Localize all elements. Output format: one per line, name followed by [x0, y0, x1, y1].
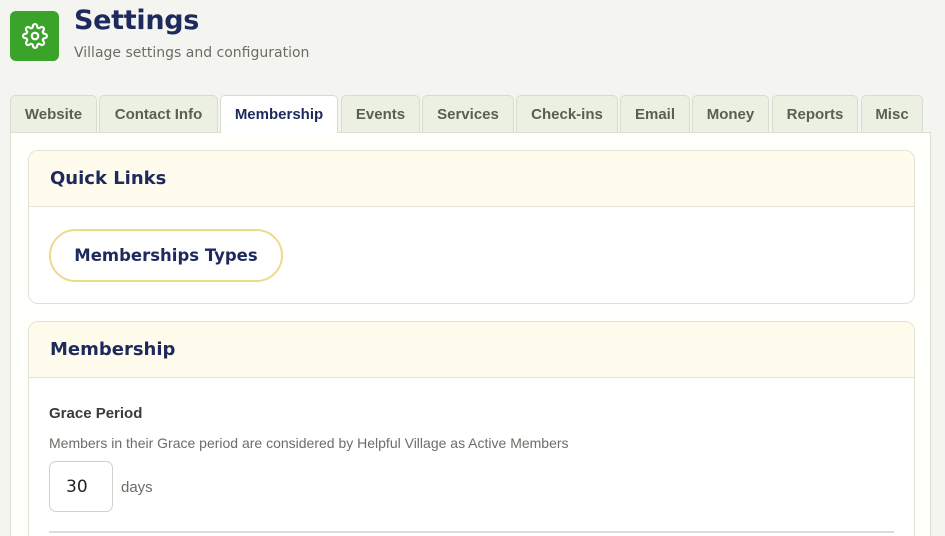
quick-links-card: Quick Links Memberships Types — [28, 150, 915, 304]
membership-header: Membership — [29, 322, 914, 378]
grace-period-unit: days — [121, 479, 153, 496]
memberships-types-button[interactable]: Memberships Types — [49, 229, 283, 282]
tab-money[interactable]: Money — [692, 95, 769, 132]
quick-links-header: Quick Links — [29, 151, 914, 207]
membership-title: Membership — [50, 339, 176, 360]
tab-website[interactable]: Website — [10, 95, 97, 132]
grace-period-help: Members in their Grace period are consid… — [49, 435, 569, 451]
tab-reports[interactable]: Reports — [772, 95, 858, 132]
grace-period-label: Grace Period — [49, 405, 143, 422]
title-block: Settings Village settings and configurat… — [74, 5, 310, 62]
page-title: Settings — [74, 5, 200, 36]
divider — [49, 531, 894, 533]
grace-period-input[interactable] — [49, 461, 113, 512]
page-header: Settings Village settings and configurat… — [10, 6, 309, 61]
tab-contact-info[interactable]: Contact Info — [99, 95, 218, 132]
tab-panel: Quick Links Memberships Types Membership… — [10, 132, 931, 536]
tab-email[interactable]: Email — [620, 95, 690, 132]
tab-events[interactable]: Events — [341, 95, 420, 132]
page-subtitle: Village settings and configuration — [74, 45, 310, 61]
gear-icon — [10, 11, 59, 61]
tab-services[interactable]: Services — [422, 95, 514, 132]
tab-misc[interactable]: Misc — [861, 95, 923, 132]
membership-card: Membership Grace Period Members in their… — [28, 321, 915, 536]
tab-check-ins[interactable]: Check-ins — [516, 95, 618, 132]
quick-links-title: Quick Links — [50, 168, 167, 189]
tab-membership[interactable]: Membership — [220, 95, 338, 133]
